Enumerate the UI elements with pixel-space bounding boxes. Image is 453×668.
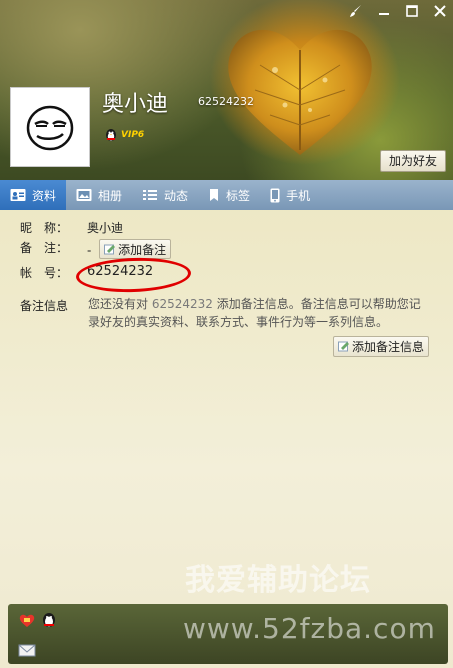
remark-info-description: 您还没有对 62524232 添加备注信息。备注信息可以帮助您记录好友的真实资料… — [88, 295, 428, 331]
remark-info-row: 备注信息 — [20, 297, 68, 314]
remark-info-number: 62524232 — [151, 297, 213, 311]
account-row: 帐 号： 62524232 — [20, 264, 153, 281]
vip-badge[interactable]: VIP6 — [104, 128, 144, 142]
minimize-icon[interactable] — [377, 4, 391, 18]
add-friend-button[interactable]: 加为好友 — [379, 150, 446, 172]
feed-list-icon — [143, 190, 158, 200]
remark-info-label: 备注信息 — [20, 299, 69, 313]
leaf-background-image — [228, 29, 372, 155]
add-remark-button[interactable]: 添加备注 — [99, 239, 172, 259]
remark-value-group: - 添加备注 — [87, 239, 172, 259]
penguin-icon — [106, 129, 116, 141]
tab-album[interactable]: 相册 — [66, 180, 132, 210]
profile-tabs: 资料 相册 动态 标签 手机 — [0, 180, 453, 210]
smirk-face-icon — [26, 105, 74, 151]
display-name: 奥小迪 — [102, 92, 169, 117]
remark-label: 备 注： — [20, 241, 69, 255]
vip-level-label: VIP6 — [121, 130, 145, 140]
close-icon[interactable] — [433, 4, 447, 18]
edit-note-icon — [338, 341, 349, 352]
remark-row: 备 注： - 添加备注 — [20, 239, 172, 259]
profile-header-banner: 奥小迪 62524232 VIP6 加为好友 — [0, 0, 453, 180]
window-controls — [349, 4, 447, 18]
tab-album-label: 相册 — [98, 188, 123, 203]
album-icon — [76, 189, 92, 201]
edit-note-icon — [104, 244, 116, 254]
profile-window: 奥小迪 62524232 VIP6 加为好友 资料 相册 动态 标签 手机 昵 … — [0, 0, 453, 668]
bookmark-tag-icon — [210, 189, 219, 201]
watermark-url: www.52fzba.com — [183, 612, 436, 645]
tab-phone[interactable]: 手机 — [260, 180, 320, 210]
nickname-row: 昵 称： 奥小迪 — [20, 219, 123, 236]
add-remark-info-button-label: 添加备注信息 — [352, 340, 425, 354]
tab-feed[interactable]: 动态 — [132, 180, 198, 210]
skin-brush-icon[interactable] — [349, 4, 363, 18]
avatar[interactable] — [10, 87, 90, 167]
watermark-title: 我爱辅助论坛 — [185, 563, 371, 598]
add-remark-info-button[interactable]: 添加备注信息 — [333, 336, 430, 357]
tab-profile-label: 资料 — [32, 188, 57, 203]
maximize-icon[interactable] — [405, 4, 419, 18]
profile-card-icon — [10, 189, 26, 201]
phone-icon — [270, 188, 280, 202]
penguin-icon[interactable] — [40, 612, 58, 628]
red-highlight-circle — [75, 256, 192, 294]
nickname-label: 昵 称： — [20, 221, 69, 235]
qq-number-header: 62524232 — [198, 95, 254, 108]
tab-tags-label: 标签 — [226, 188, 251, 203]
nickname-value: 奥小迪 — [87, 221, 124, 235]
mail-icon[interactable] — [18, 642, 36, 658]
remark-value: - — [87, 243, 92, 258]
tab-profile[interactable]: 资料 — [0, 180, 67, 210]
tab-phone-label: 手机 — [286, 188, 311, 203]
heart-badge-icon[interactable] — [18, 612, 36, 628]
add-remark-button-label: 添加备注 — [118, 242, 167, 257]
account-label: 帐 号： — [20, 266, 69, 280]
remark-info-text-1: 您还没有对 — [88, 297, 152, 311]
tab-feed-label: 动态 — [164, 188, 189, 203]
tab-tags[interactable]: 标签 — [198, 180, 260, 210]
